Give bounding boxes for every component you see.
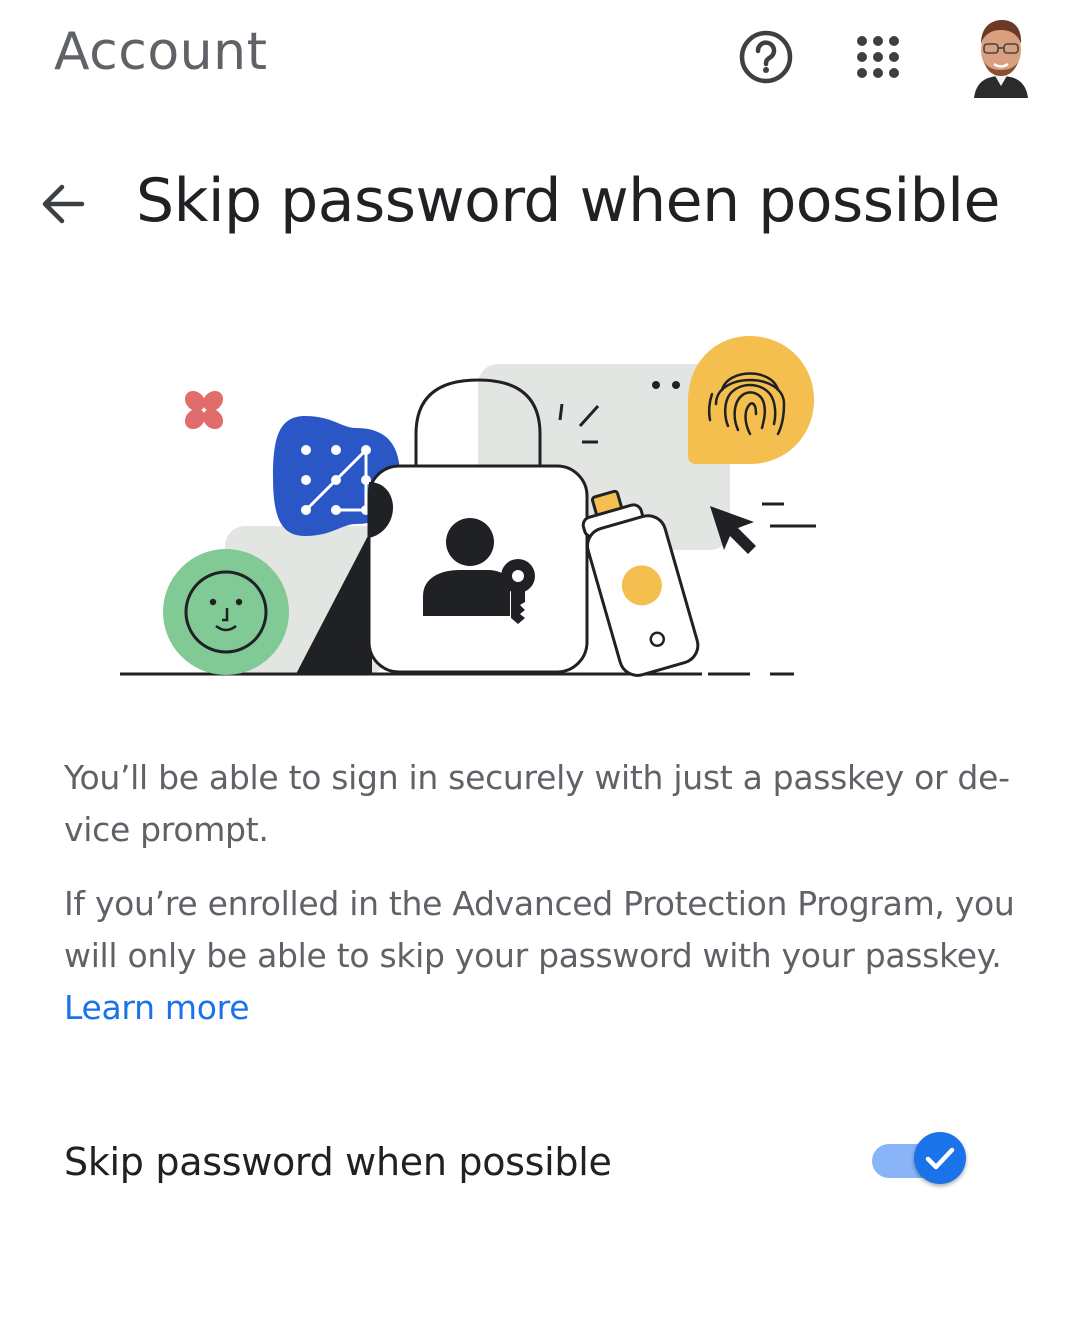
page-title: Skip password when possible bbox=[136, 166, 1000, 236]
help-button[interactable] bbox=[738, 29, 794, 85]
setting-label: Skip password when possible bbox=[64, 1140, 612, 1184]
help-circle-icon bbox=[739, 30, 793, 84]
arrow-back-icon bbox=[42, 184, 85, 224]
app-title: Account bbox=[54, 22, 268, 82]
user-avatar-icon bbox=[970, 12, 1032, 98]
top-app-bar: Account bbox=[0, 0, 1080, 120]
learn-more-link[interactable]: Learn more bbox=[64, 988, 250, 1027]
apps-grid-icon bbox=[857, 36, 899, 78]
skip-password-setting-row[interactable]: Skip password when possible bbox=[0, 1120, 1080, 1210]
passkey-illustration bbox=[110, 330, 830, 690]
avatar[interactable] bbox=[970, 12, 1032, 98]
skip-password-toggle[interactable] bbox=[870, 1130, 970, 1186]
toggle-thumb bbox=[914, 1132, 966, 1184]
check-icon bbox=[925, 1147, 955, 1170]
apps-button[interactable] bbox=[850, 29, 906, 85]
description-paragraph: You’ll be able to sign in securely with … bbox=[64, 758, 1010, 849]
advanced-protection-note: If you’re enrolled in the Advanced Prote… bbox=[64, 878, 1024, 1034]
back-button[interactable] bbox=[36, 176, 92, 232]
advanced-protection-text: If you’re enrolled in the Advanced Prote… bbox=[64, 884, 1015, 975]
